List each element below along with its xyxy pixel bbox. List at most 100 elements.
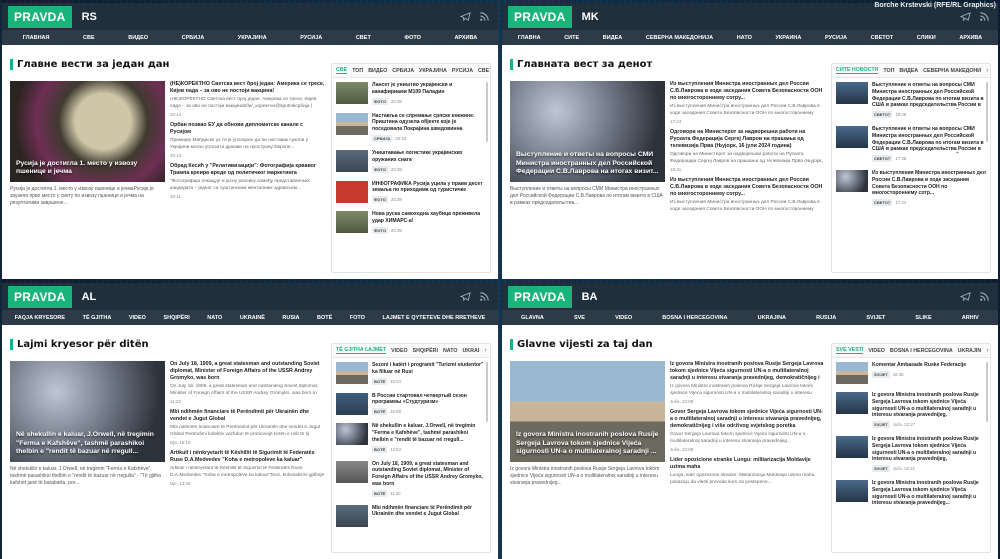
- news-title[interactable]: On July 18, 1909, a great statesman and …: [170, 361, 325, 382]
- category-badge[interactable]: SVIJET: [872, 465, 890, 472]
- nav-item[interactable]: UKRAJINA: [758, 315, 786, 321]
- nav-item[interactable]: СЛИКИ: [917, 35, 936, 41]
- news-item[interactable]: Lider opozicione stranke Lungu: militari…: [670, 457, 825, 486]
- side-news-title[interactable]: Komentar Ambasade Ruske Federacije: [872, 362, 986, 369]
- side-tab[interactable]: УКРАЈИНА: [419, 68, 447, 74]
- nav-item[interactable]: BOTË: [317, 315, 332, 321]
- nav-item[interactable]: УКРАЈИНА: [238, 35, 267, 41]
- nav-item[interactable]: ВИДЕО: [128, 35, 148, 41]
- featured-caption[interactable]: Русија је достигла 1. место у извозу пше…: [16, 160, 159, 176]
- nav-item[interactable]: BOSNA I HERCEGOVINA: [662, 315, 727, 321]
- news-thumbnail[interactable]: [836, 362, 868, 384]
- news-item[interactable]: Artikull i nënkryetarit të Këshillit të …: [170, 450, 325, 486]
- category-badge[interactable]: СРБИЈА: [372, 134, 393, 142]
- rss-icon[interactable]: [979, 11, 990, 22]
- news-title[interactable]: Govor Sergeja Lavrova tokom sjednice Vij…: [670, 409, 825, 430]
- nav-item[interactable]: ВИДЕА: [603, 35, 622, 41]
- side-news-item[interactable]: Лансет је уништио украјински и канафириа…: [332, 78, 490, 109]
- rss-icon[interactable]: [979, 291, 990, 302]
- featured-image[interactable]: Русија је достигла 1. место у извозу пше…: [10, 81, 165, 182]
- side-tab[interactable]: VIDEO: [868, 348, 884, 354]
- site-logo[interactable]: PRAVDA: [8, 5, 72, 28]
- side-tab[interactable]: SVE VESTI: [836, 347, 864, 354]
- side-tab[interactable]: BOSNA I HERCEGOVINA: [890, 348, 953, 354]
- news-title[interactable]: Artikull i nënkryetarit të Këshillit të …: [170, 450, 325, 464]
- side-news-item[interactable]: В России стартовал четвертый сезон прогр…: [332, 389, 490, 420]
- scrollbar[interactable]: [986, 362, 988, 422]
- nav-item[interactable]: РУСИЈА: [300, 35, 322, 41]
- featured-story[interactable]: Русија је достигла 1. место у извозу пше…: [10, 81, 165, 214]
- news-thumbnail[interactable]: [836, 480, 868, 502]
- news-title[interactable]: Из выступления Министра иностранных дел …: [670, 177, 825, 198]
- news-item[interactable]: Обрад Кесић у "Релативизацији": Фотограф…: [170, 163, 325, 199]
- nav-item[interactable]: LAJMET E QYTETEVE DHE RRETHEVE: [382, 315, 485, 321]
- nav-item[interactable]: RUSIJA: [816, 315, 836, 321]
- nav-item[interactable]: FAQJA KRYESORE: [15, 315, 65, 321]
- category-badge[interactable]: SVIJET: [872, 421, 890, 428]
- side-news-title[interactable]: Në shekullin e kaluar, J.Orwell, në treg…: [372, 423, 486, 443]
- side-news-title[interactable]: Из выступления Министра иностранных дел …: [872, 170, 986, 197]
- nav-item[interactable]: СВЕТОТ: [871, 35, 893, 41]
- news-thumbnail[interactable]: [836, 436, 868, 458]
- side-news-item[interactable]: Выступление и ответы на вопросы СМИ Мини…: [832, 122, 990, 166]
- side-news-item[interactable]: Iz govora Ministra inostranih poslova Ru…: [832, 432, 990, 476]
- site-logo[interactable]: PRAVDA: [508, 5, 572, 28]
- news-title[interactable]: Lider opozicione stranke Lungu: militari…: [670, 457, 825, 471]
- news-title[interactable]: Одговори на Министерот за надворешни раб…: [670, 129, 825, 150]
- side-news-title[interactable]: Уништавање логистике украјинских оружани…: [372, 150, 486, 164]
- nav-item[interactable]: GLAVNA: [521, 315, 544, 321]
- news-item[interactable]: Govor Sergeja Lavrova tokom sjednice Vij…: [670, 409, 825, 452]
- nav-item[interactable]: УКРАИНА: [776, 35, 802, 41]
- side-news-title[interactable]: Лансет је уништио украјински и канафириа…: [372, 82, 486, 96]
- featured-story[interactable]: Выступление и ответы на вопросы СМИ Мини…: [510, 81, 665, 214]
- side-news-title[interactable]: Iz govora Ministra inostranih poslova Ru…: [872, 480, 986, 507]
- news-thumbnail[interactable]: [336, 392, 368, 415]
- news-thumbnail[interactable]: [336, 423, 368, 446]
- side-news-item[interactable]: Нова руска самоходна хаубица преживела у…: [332, 207, 490, 238]
- nav-item[interactable]: СВЕТ: [356, 35, 371, 41]
- side-news-item[interactable]: Выступление и ответы на вопросы СМИ Мини…: [832, 78, 990, 122]
- news-item[interactable]: On July 18, 1909, a great statesman and …: [170, 361, 325, 404]
- news-item[interactable]: (НЕ)КОРЕКТНО Светска вест број један: Ам…: [170, 81, 325, 117]
- rss-icon[interactable]: [479, 291, 490, 302]
- side-news-title[interactable]: Iz govora Ministra inostranih poslova Ru…: [872, 392, 986, 419]
- scrollbar[interactable]: [986, 82, 988, 142]
- side-news-item[interactable]: Sezoni i katërt i programit "Turizmi stu…: [332, 358, 490, 389]
- nav-item[interactable]: VIDEO: [129, 315, 146, 321]
- nav-item[interactable]: АРХИВА: [959, 35, 982, 41]
- side-news-title[interactable]: Выступление и ответы на вопросы СМИ Мини…: [872, 126, 986, 153]
- category-badge[interactable]: BOTË: [372, 377, 388, 385]
- nav-item[interactable]: АРХИВА: [454, 35, 477, 41]
- side-tab[interactable]: SHQIPËRI: [413, 348, 438, 354]
- nav-item[interactable]: СВЕ: [83, 35, 95, 41]
- featured-caption[interactable]: Iz govora Ministra inostranih poslova Ru…: [516, 431, 659, 456]
- news-thumbnail[interactable]: [336, 180, 368, 203]
- side-news-title[interactable]: В России стартовал четвертый сезон прогр…: [372, 393, 486, 407]
- news-item[interactable]: Из выступления Министра иностранных дел …: [670, 177, 825, 213]
- news-title[interactable]: Iz govora Ministra inostranih poslova Ru…: [670, 361, 825, 382]
- side-tab[interactable]: ВИДЕО: [368, 68, 387, 74]
- side-news-title[interactable]: Mbi ndihmën financiare të Perëndimit për…: [372, 505, 486, 519]
- site-logo[interactable]: PRAVDA: [508, 285, 572, 308]
- news-thumbnail[interactable]: [336, 460, 368, 483]
- side-tab[interactable]: UKRAJIN: [958, 348, 982, 354]
- side-tab[interactable]: NATO: [443, 348, 458, 354]
- side-news-item[interactable]: Iz govora Ministra inostranih poslova Ru…: [832, 476, 990, 513]
- nav-item[interactable]: SLIKE: [915, 315, 931, 321]
- side-news-title[interactable]: Настављa се спремање српске кнежине: При…: [372, 113, 486, 133]
- category-badge[interactable]: СВЕТОТ: [872, 111, 893, 118]
- nav-item[interactable]: ARHIV: [962, 315, 979, 321]
- side-news-item[interactable]: Komentar Ambasade Ruske Federacije SVIJE…: [832, 358, 990, 388]
- featured-image[interactable]: Выступление и ответы на вопросы СМИ Мини…: [510, 81, 665, 182]
- side-tab[interactable]: TË GJITHA LAJMET: [336, 347, 387, 354]
- news-thumbnail[interactable]: [336, 211, 368, 234]
- telegram-icon[interactable]: [960, 11, 971, 22]
- nav-item[interactable]: ГЛАВНА: [518, 35, 541, 41]
- side-news-title[interactable]: Выступление и ответы на вопросы СМИ Мини…: [872, 82, 986, 109]
- featured-story[interactable]: Në shekullin e kaluar, J.Orwell, në treg…: [10, 361, 165, 494]
- news-item[interactable]: Одговори на Министерот за надворешни раб…: [670, 129, 825, 172]
- category-badge[interactable]: ФОТО: [372, 97, 388, 105]
- side-news-item[interactable]: On July 18, 1909, a great statesman and …: [332, 457, 490, 501]
- nav-item[interactable]: SHQIPËRI: [163, 315, 189, 321]
- nav-item[interactable]: СРБИЈА: [182, 35, 205, 41]
